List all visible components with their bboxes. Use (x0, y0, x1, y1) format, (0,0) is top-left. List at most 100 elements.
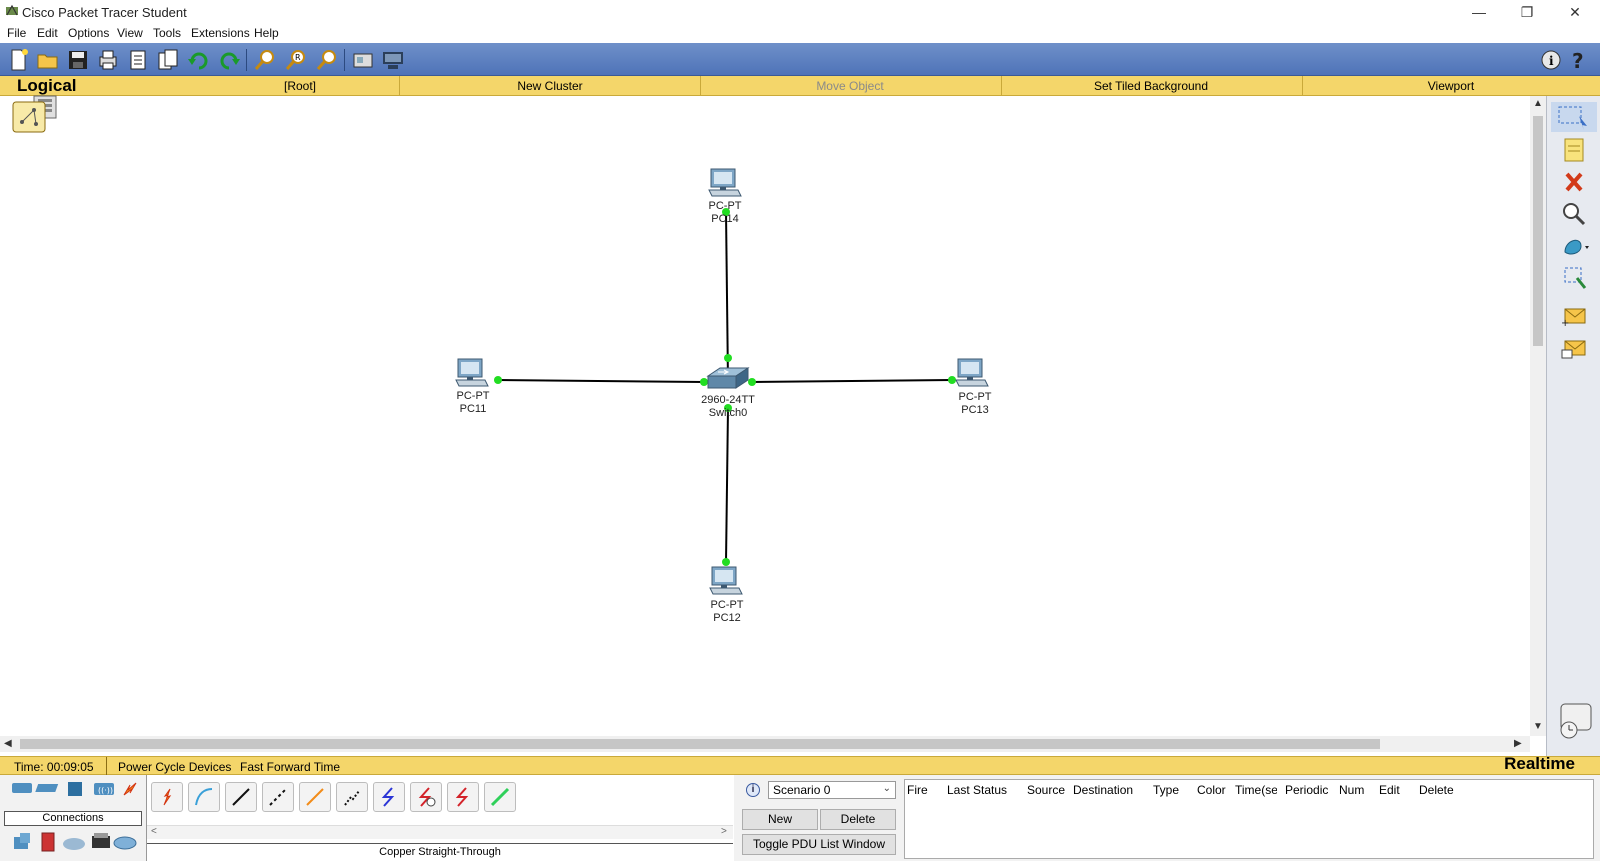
pc-icon[interactable] (455, 358, 491, 390)
inspect-tool-icon[interactable] (1559, 200, 1589, 228)
bottom-panel: ((·)) Connections < > Copper Straight-Th… (0, 775, 1600, 861)
end-devices-icon[interactable] (35, 784, 59, 792)
scroll-left-icon[interactable]: ◀ (4, 738, 12, 749)
pc-icon[interactable] (708, 168, 744, 200)
viewport-button[interactable]: Viewport (1302, 79, 1600, 93)
minimize-button[interactable]: — (1456, 0, 1502, 24)
activity-wizard-icon[interactable] (125, 47, 151, 73)
serial-dte-button[interactable] (447, 782, 479, 812)
link-pc13-switch[interactable] (751, 379, 953, 383)
column-header-periodic[interactable]: Periodic (1285, 783, 1328, 797)
save-icon[interactable] (65, 47, 91, 73)
select-tool-icon[interactable] (1551, 102, 1597, 132)
pc-subtype-icon[interactable] (14, 833, 30, 849)
add-simple-pdu-icon[interactable]: + (1559, 302, 1589, 330)
connections-category-icon[interactable] (123, 782, 137, 796)
menu-view[interactable]: View (117, 26, 143, 40)
components-icon[interactable] (68, 782, 82, 796)
column-header-edit[interactable]: Edit (1379, 783, 1400, 797)
print-icon[interactable] (95, 47, 121, 73)
close-button[interactable]: ✕ (1552, 0, 1598, 24)
ip-phone-subtype-icon[interactable] (113, 836, 137, 850)
delete-tool-icon[interactable] (1559, 168, 1589, 196)
scroll-right-icon[interactable]: > (721, 826, 727, 837)
realtime-mode-label[interactable]: Realtime (1504, 754, 1575, 774)
add-complex-pdu-icon[interactable] (1559, 334, 1589, 362)
menu-help[interactable]: Help (254, 26, 279, 40)
menu-file[interactable]: File (7, 26, 26, 40)
help-icon[interactable]: ? (1566, 47, 1592, 73)
link-pc12-switch[interactable] (725, 407, 729, 563)
column-header-destination[interactable]: Destination (1073, 783, 1133, 797)
scroll-left-icon[interactable]: < (151, 826, 157, 837)
root-cluster-button[interactable]: [Root] (200, 79, 400, 93)
logical-workspace-canvas[interactable]: PC-PT PC14 PC-PT PC11 2960-24TT Switch0 … (0, 95, 1530, 736)
switch-icon[interactable] (706, 366, 750, 392)
column-header-source[interactable]: Source (1027, 783, 1065, 797)
scroll-thumb[interactable] (1533, 116, 1543, 346)
toggle-pdu-list-button[interactable]: Toggle PDU List Window (742, 834, 896, 855)
link-pc11-switch[interactable] (497, 379, 705, 383)
vertical-scrollbar[interactable]: ▲ ▼ (1530, 96, 1546, 736)
resize-shape-tool-icon[interactable] (1559, 264, 1589, 292)
open-folder-icon[interactable] (35, 47, 61, 73)
menu-edit[interactable]: Edit (37, 26, 58, 40)
server-subtype-icon[interactable] (41, 832, 55, 852)
menu-tools[interactable]: Tools (153, 26, 181, 40)
serial-dce-button[interactable] (410, 782, 442, 812)
scroll-right-icon[interactable]: ▶ (1514, 738, 1522, 749)
scroll-up-icon[interactable]: ▲ (1533, 98, 1543, 109)
cloud-subtype-icon[interactable] (63, 838, 85, 850)
delete-scenario-button[interactable]: Delete (820, 809, 896, 830)
column-header-type[interactable]: Type (1153, 783, 1179, 797)
console-cable-button[interactable] (188, 782, 220, 812)
coaxial-cable-button[interactable] (373, 782, 405, 812)
power-cycle-devices-button[interactable]: Power Cycle Devices (118, 760, 231, 774)
pc-icon[interactable] (955, 358, 991, 390)
scenario-select[interactable]: Scenario 0 ⌄ (768, 781, 896, 799)
info-icon[interactable]: i (1538, 47, 1564, 73)
realtime-clock-icon[interactable] (1555, 700, 1595, 740)
zoom-reset-icon[interactable]: R (283, 47, 309, 73)
menu-options[interactable]: Options (68, 26, 109, 40)
column-header-time[interactable]: Time(sec) (1235, 783, 1277, 797)
scroll-down-icon[interactable]: ▼ (1533, 721, 1543, 732)
horizontal-scrollbar[interactable]: ◀ ▶ (0, 736, 1530, 752)
pc-icon[interactable] (709, 566, 745, 598)
column-header-fire[interactable]: Fire (907, 783, 928, 797)
column-header-last-status[interactable]: Last Status (947, 783, 1007, 797)
connection-types-scrollbar[interactable]: < > (147, 825, 733, 839)
move-object-button[interactable]: Move Object (700, 79, 1000, 93)
maximize-button[interactable]: ❐ (1504, 0, 1550, 24)
column-header-num[interactable]: Num (1339, 783, 1364, 797)
redo-icon[interactable] (216, 47, 242, 73)
undo-icon[interactable] (186, 47, 212, 73)
copper-straight-through-button[interactable] (225, 782, 257, 812)
menu-extensions[interactable]: Extensions (191, 26, 250, 40)
custom-devices-icon[interactable] (380, 47, 406, 73)
drawing-palette-icon[interactable] (350, 47, 376, 73)
octal-cable-button[interactable] (484, 782, 516, 812)
copy-icon[interactable] (155, 47, 181, 73)
note-tool-icon[interactable] (1559, 136, 1589, 164)
fast-forward-time-button[interactable]: Fast Forward Time (240, 760, 340, 774)
new-scenario-button[interactable]: New (742, 809, 818, 830)
zoom-in-icon[interactable] (252, 47, 278, 73)
auto-connection-button[interactable] (151, 782, 183, 812)
printer-subtype-icon[interactable] (92, 833, 110, 848)
wireless-devices-icon[interactable]: ((·)) (94, 783, 114, 795)
column-header-color[interactable]: Color (1197, 783, 1226, 797)
network-devices-icon[interactable] (12, 783, 32, 793)
scenario-info-icon[interactable]: i (746, 783, 760, 797)
copper-cross-over-button[interactable] (262, 782, 294, 812)
zoom-out-icon[interactable] (314, 47, 340, 73)
phone-cable-button[interactable] (336, 782, 368, 812)
new-file-icon[interactable] (5, 47, 31, 73)
new-cluster-button[interactable]: New Cluster (400, 79, 700, 93)
column-header-delete[interactable]: Delete (1419, 783, 1454, 797)
scroll-thumb[interactable] (20, 739, 1380, 749)
logical-workspace-label[interactable]: Logical (17, 76, 77, 96)
fiber-button[interactable] (299, 782, 331, 812)
set-tiled-background-button[interactable]: Set Tiled Background (1001, 79, 1301, 93)
draw-shape-tool-icon[interactable] (1559, 232, 1589, 260)
